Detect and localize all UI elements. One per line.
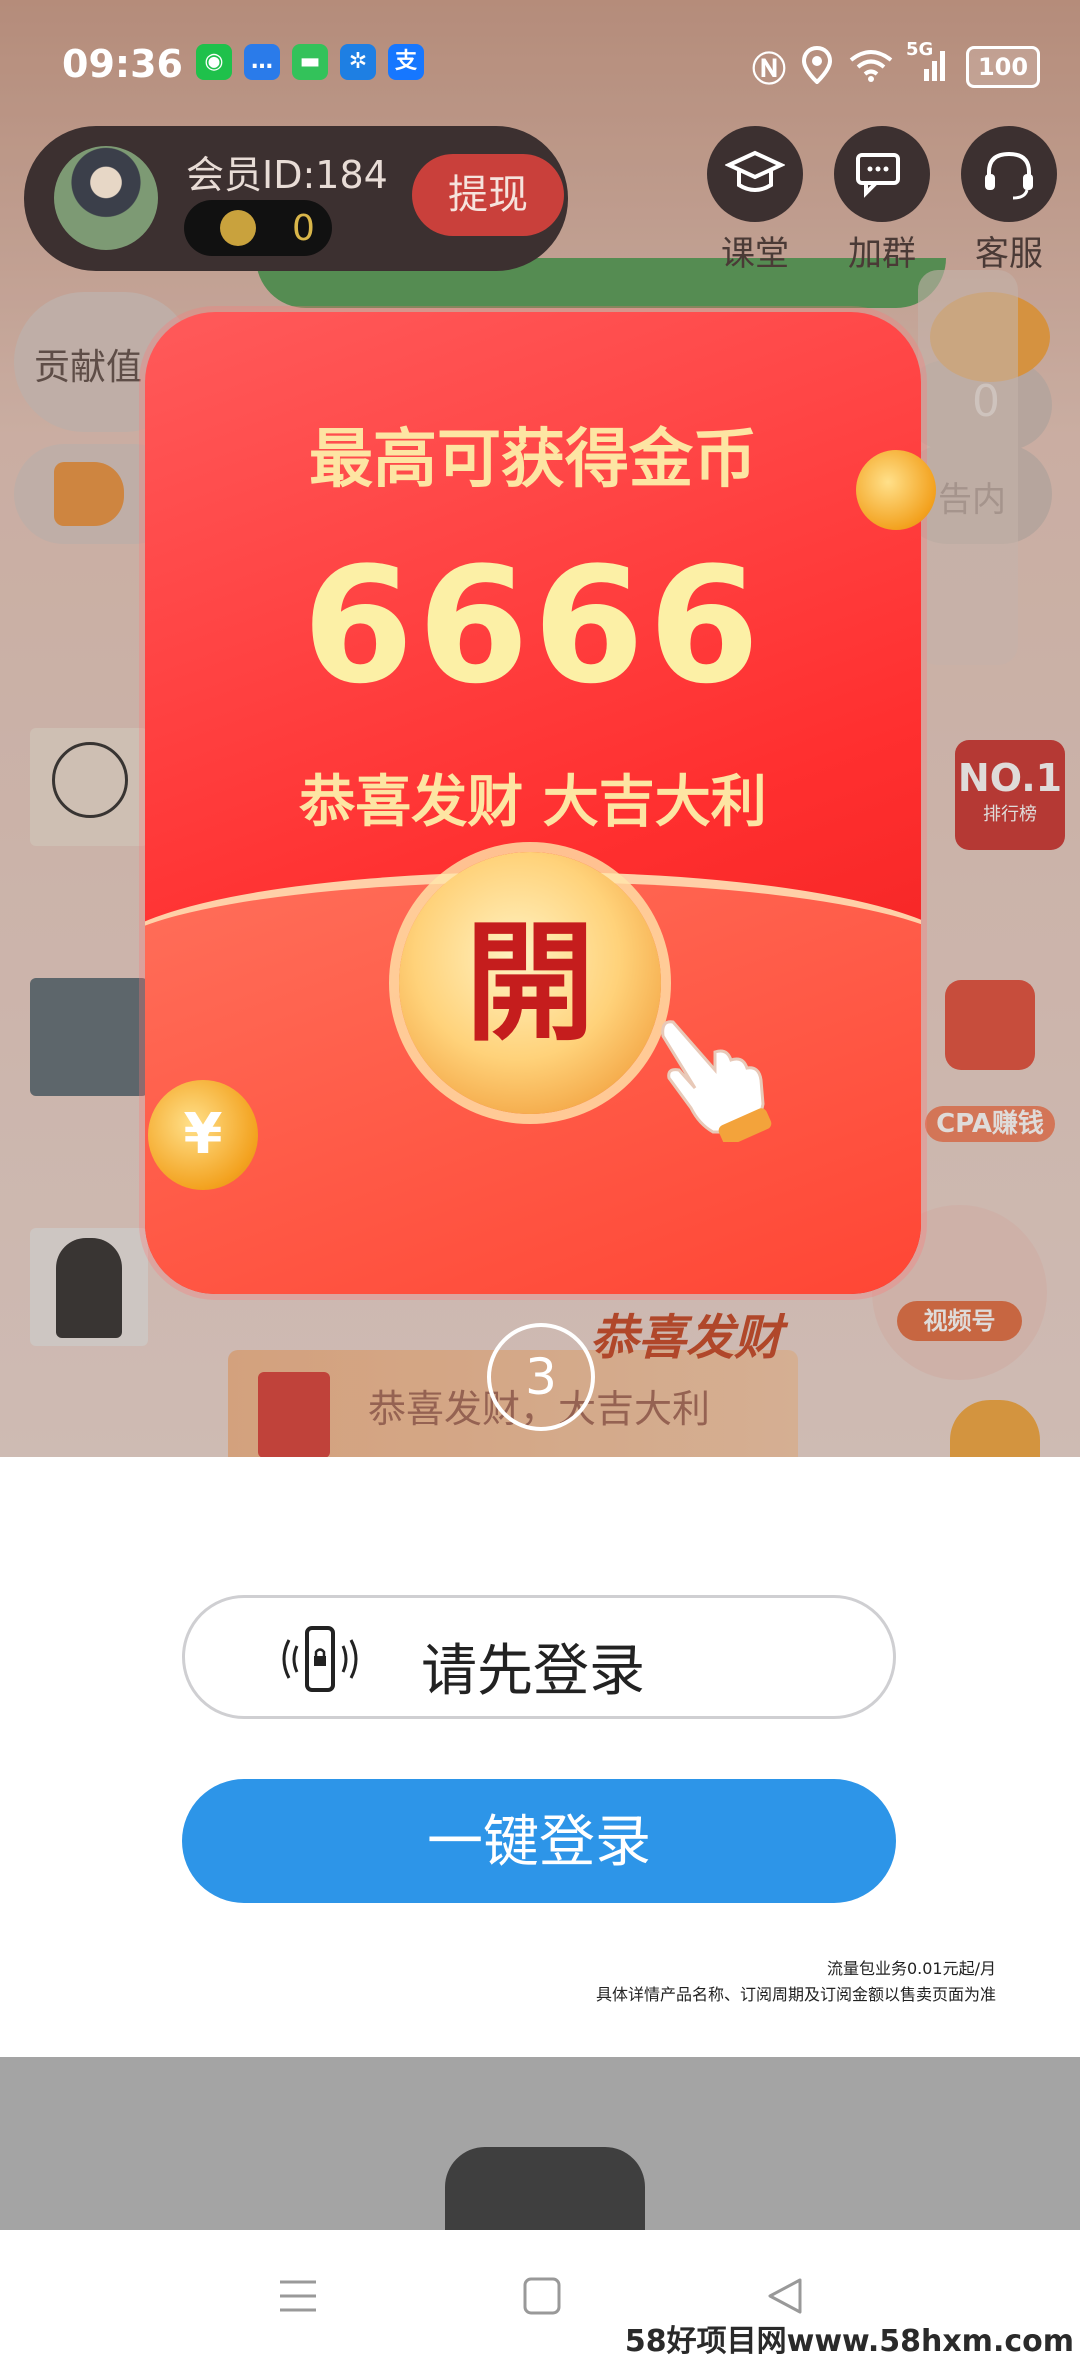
fine-print-details: 具体详情产品名称、订阅周期及订阅金额以售卖页面为准 bbox=[595, 1985, 996, 2004]
menu-icon[interactable] bbox=[268, 2266, 328, 2326]
coin-balance: 0 bbox=[184, 200, 332, 256]
network-type: 5G bbox=[906, 38, 934, 60]
phone-lock-icon bbox=[282, 1626, 358, 1692]
status-time: 09:36 bbox=[62, 42, 183, 86]
envelope-subtitle: 恭喜发财 大吉大利 bbox=[299, 770, 767, 835]
sms-icon: ▬ bbox=[292, 44, 328, 80]
withdraw-button[interactable]: 提现 bbox=[412, 154, 564, 236]
watermark-text: 58好项目网www.58hxm.com bbox=[624, 2324, 1074, 2359]
login-sheet: 请先登录 一键登录 流量包业务0.01元起/月 具体详情产品名称、订阅周期及订阅… bbox=[0, 1457, 1080, 2057]
one-click-login-button[interactable]: 一键登录 bbox=[182, 1779, 896, 1903]
chat-bubbles-icon bbox=[856, 153, 900, 198]
red-envelope-modal[interactable]: 最高可获得金币 6666 恭喜发财 大吉大利 開 bbox=[145, 312, 921, 1294]
envelope-amount: 6666 bbox=[302, 532, 764, 719]
join-group-label: 加群 bbox=[848, 234, 916, 274]
partial-graphic bbox=[445, 2147, 645, 2230]
location-icon bbox=[801, 45, 833, 88]
coin-icon bbox=[856, 450, 936, 530]
nfc-icon: Ⓝ bbox=[752, 50, 786, 90]
coin-icon: ¥ bbox=[148, 1080, 258, 1190]
open-envelope-button[interactable]: 開 bbox=[399, 852, 661, 1114]
envelope-title: 最高可获得金币 bbox=[309, 423, 757, 497]
graduation-cap-icon bbox=[725, 150, 785, 192]
avatar[interactable] bbox=[54, 146, 158, 250]
member-card[interactable]: 会员ID:184 0 提现 bbox=[24, 126, 568, 271]
underlying-content bbox=[0, 2057, 1080, 2230]
coin-value: 0 bbox=[292, 208, 315, 249]
coin-icon bbox=[220, 210, 256, 246]
message-icon: … bbox=[244, 44, 280, 80]
join-group-button[interactable] bbox=[834, 126, 930, 222]
member-id: 会员ID:184 bbox=[186, 153, 388, 197]
status-bar: 09:36 ◉ … ▬ ✲ 支 Ⓝ 5G 100 bbox=[0, 0, 1080, 130]
system-nav-bar: 58好项目网www.58hxm.com bbox=[0, 2230, 1080, 2362]
pointing-hand-icon bbox=[661, 1020, 772, 1142]
battery-icon: 100 bbox=[966, 45, 1040, 88]
alipay-icon: 支 bbox=[388, 44, 424, 80]
fine-print-price: 流量包业务0.01元起/月 bbox=[826, 1959, 996, 1978]
home-icon[interactable] bbox=[512, 2266, 572, 2326]
classroom-button[interactable] bbox=[707, 126, 803, 222]
countdown-timer: 3 bbox=[487, 1323, 595, 1431]
headset-icon bbox=[985, 151, 1033, 200]
login-hint-text: 请先登录 bbox=[421, 1639, 645, 1704]
login-hint-box: 请先登录 bbox=[182, 1595, 896, 1719]
wechat-icon: ◉ bbox=[196, 44, 232, 80]
customer-service-label: 客服 bbox=[975, 234, 1043, 274]
signal-icon: 5G bbox=[906, 39, 950, 87]
wifi-icon bbox=[848, 48, 894, 86]
pinwheel-icon: ✲ bbox=[340, 44, 376, 80]
classroom-label: 课堂 bbox=[721, 234, 789, 274]
customer-service-button[interactable] bbox=[961, 126, 1057, 222]
